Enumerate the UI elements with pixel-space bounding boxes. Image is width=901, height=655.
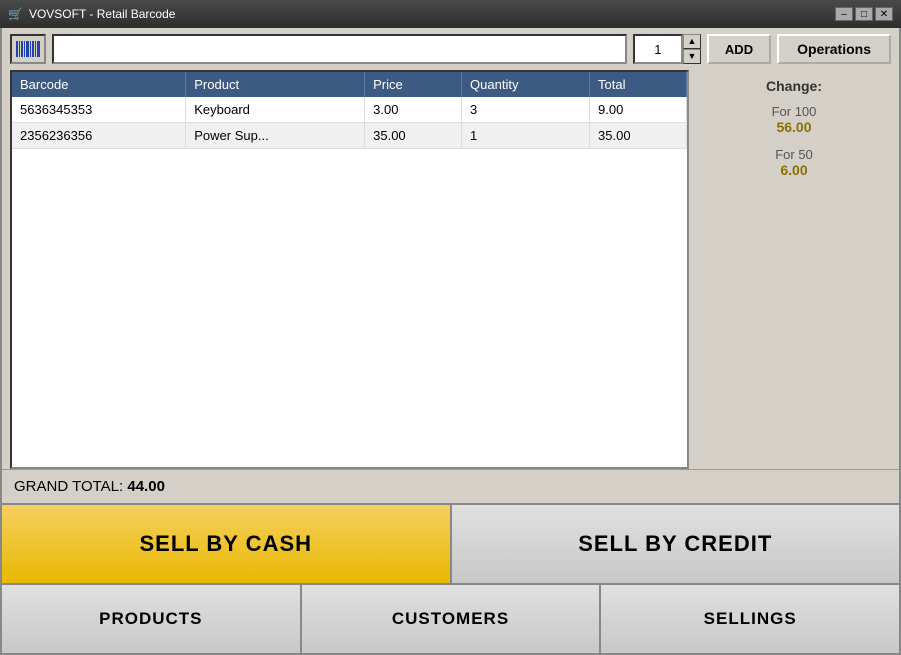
- for100-value: 56.00: [772, 119, 817, 135]
- maximize-button[interactable]: □: [855, 7, 873, 21]
- titlebar-left: 🛒 VOVSOFT - Retail Barcode: [8, 7, 175, 21]
- add-button[interactable]: ADD: [707, 34, 771, 64]
- app-title: VOVSOFT - Retail Barcode: [29, 7, 176, 21]
- quantity-down-button[interactable]: ▼: [683, 49, 701, 64]
- cell-barcode: 5636345353: [12, 97, 186, 123]
- cell-barcode: 2356236356: [12, 123, 186, 149]
- for50-item: For 50 6.00: [775, 147, 813, 178]
- quantity-up-button[interactable]: ▲: [683, 34, 701, 49]
- col-price: Price: [365, 72, 462, 97]
- grand-total-bar: GRAND TOTAL: 44.00: [2, 469, 899, 503]
- titlebar: 🛒 VOVSOFT - Retail Barcode – □ ✕: [0, 0, 901, 28]
- grand-total-label: GRAND TOTAL:: [14, 478, 123, 495]
- for100-label: For 100: [772, 104, 817, 119]
- main-buttons: SELL BY CASH SELL BY CREDIT: [2, 503, 899, 583]
- products-button[interactable]: PRODUCTS: [2, 585, 302, 653]
- for50-value: 6.00: [775, 162, 813, 178]
- quantity-container: 1 ▲ ▼: [633, 34, 701, 64]
- app-body: 1 ▲ ▼ ADD Operations Barcode Product Pri…: [0, 28, 901, 655]
- quantity-spinner: ▲ ▼: [683, 34, 701, 64]
- change-label: Change:: [766, 78, 822, 94]
- toolbar: 1 ▲ ▼ ADD Operations: [2, 28, 899, 70]
- side-panel: Change: For 100 56.00 For 50 6.00: [689, 70, 899, 469]
- content-area: Barcode Product Price Quantity Total 563…: [2, 70, 899, 469]
- cell-price: 35.00: [365, 123, 462, 149]
- table-row[interactable]: 2356236356Power Sup...35.00135.00: [12, 123, 687, 149]
- col-barcode: Barcode: [12, 72, 186, 97]
- cell-total: 35.00: [590, 123, 687, 149]
- footer: GRAND TOTAL: 44.00 SELL BY CASH SELL BY …: [2, 469, 899, 653]
- table-header-row: Barcode Product Price Quantity Total: [12, 72, 687, 97]
- sellings-button[interactable]: SELLINGS: [601, 585, 899, 653]
- barcode-input[interactable]: [52, 34, 627, 64]
- col-total: Total: [590, 72, 687, 97]
- cell-product: Power Sup...: [186, 123, 365, 149]
- operations-button[interactable]: Operations: [777, 34, 891, 64]
- table-section: Barcode Product Price Quantity Total 563…: [10, 70, 689, 469]
- app-icon: 🛒: [8, 7, 23, 21]
- close-button[interactable]: ✕: [875, 7, 893, 21]
- for100-item: For 100 56.00: [772, 104, 817, 135]
- cell-price: 3.00: [365, 97, 462, 123]
- table-row[interactable]: 5636345353Keyboard3.0039.00: [12, 97, 687, 123]
- sell-cash-button[interactable]: SELL BY CASH: [2, 505, 452, 583]
- cell-product: Keyboard: [186, 97, 365, 123]
- col-product: Product: [186, 72, 365, 97]
- cell-quantity: 3: [462, 97, 590, 123]
- quantity-input[interactable]: 1: [633, 34, 683, 64]
- cell-total: 9.00: [590, 97, 687, 123]
- cell-quantity: 1: [462, 123, 590, 149]
- grand-total-value: 44.00: [127, 478, 165, 495]
- for50-label: For 50: [775, 147, 813, 162]
- table-body: 5636345353Keyboard3.0039.002356236356Pow…: [12, 97, 687, 149]
- customers-button[interactable]: CUSTOMERS: [302, 585, 602, 653]
- product-table: Barcode Product Price Quantity Total 563…: [12, 72, 687, 149]
- titlebar-controls: – □ ✕: [835, 7, 893, 21]
- barcode-icon: [16, 39, 40, 59]
- barcode-scanner-button[interactable]: [10, 34, 46, 64]
- bottom-buttons: PRODUCTS CUSTOMERS SELLINGS: [2, 583, 899, 653]
- sell-credit-button[interactable]: SELL BY CREDIT: [452, 505, 900, 583]
- col-quantity: Quantity: [462, 72, 590, 97]
- minimize-button[interactable]: –: [835, 7, 853, 21]
